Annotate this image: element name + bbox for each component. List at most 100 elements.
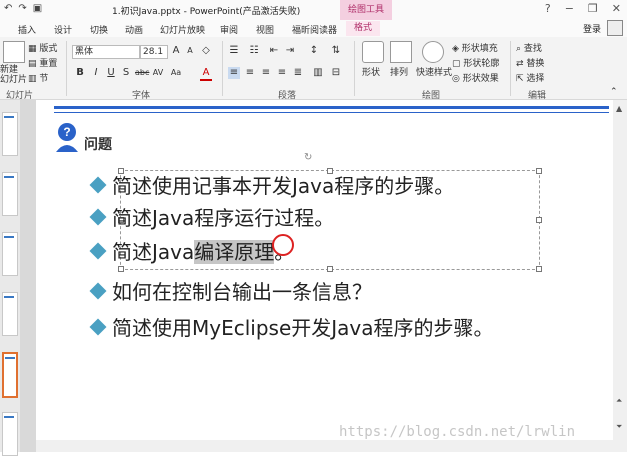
divider [510, 41, 511, 96]
align-left-icon[interactable]: ≡ [228, 67, 240, 79]
restore-button[interactable]: ❐ [588, 2, 598, 15]
font-color-icon[interactable]: A [200, 67, 212, 81]
question-person-icon: ? [56, 123, 78, 152]
justify-icon[interactable]: ≡ [276, 67, 288, 79]
numbering-icon[interactable]: ☷ [248, 45, 260, 57]
tab-animations[interactable]: 动画 [125, 23, 143, 36]
next-slide-icon[interactable]: ⏷ [616, 422, 622, 432]
change-case-icon[interactable]: Aa [170, 67, 182, 79]
shape-fill-button[interactable]: ◈ 形状填充 [452, 41, 498, 54]
slide-thumbnail[interactable] [2, 172, 18, 216]
thumbnail-bar [5, 357, 15, 359]
thumbnail-bar [4, 236, 14, 238]
font-size-select[interactable]: 28.1 [140, 45, 168, 59]
previous-slide-icon[interactable]: ⏶ [616, 396, 622, 406]
section-button[interactable]: ▥ 节 [28, 71, 48, 84]
diamond-bullet-icon [89, 208, 107, 225]
vertical-scrollbar[interactable]: ▲ ⏶ ⏷ [613, 100, 627, 452]
slide-thumbnail[interactable] [2, 232, 18, 276]
window-title: 1.初识Java.pptx - PowerPoint(产品激活失败) [112, 7, 301, 17]
new-slide-button[interactable]: 新建 幻灯片 [0, 65, 27, 85]
avatar[interactable] [607, 20, 623, 36]
undo-icon[interactable]: ↶ [4, 3, 12, 14]
decrease-font-icon[interactable]: A [184, 45, 196, 57]
shapes-icon[interactable] [362, 41, 384, 63]
bullet-text[interactable]: 如何在控制台输出一条信息？ [112, 276, 372, 305]
contextual-tab-header: 绘图工具 [340, 0, 392, 20]
increase-font-icon[interactable]: A [170, 45, 182, 57]
columns-icon[interactable]: ▥ [312, 67, 324, 79]
close-button[interactable]: ✕ [612, 2, 621, 15]
collapse-ribbon-icon[interactable]: ⌃ [610, 87, 618, 97]
slide-thumbnail[interactable] [2, 292, 18, 336]
select-button[interactable]: ⇱ 选择 [516, 71, 544, 84]
resize-handle[interactable] [536, 168, 542, 174]
minimize-button[interactable]: − [565, 2, 574, 15]
shape-outline-button[interactable]: ▢ 形状轮廓 [452, 56, 499, 69]
clear-format-icon[interactable]: ◇ [200, 45, 212, 57]
find-button[interactable]: ⌕ 查找 [516, 41, 542, 54]
svg-text:?: ? [63, 125, 70, 139]
bullet-item: 如何在控制台输出一条信息？ [88, 276, 372, 305]
bullet-item: 简述使用MyEclipse开发Java程序的步骤。 [88, 312, 494, 341]
bullet-text[interactable]: 简述Java程序运行过程。 [112, 202, 334, 231]
tab-foxit-reader[interactable]: 福昕阅读器 [292, 23, 337, 36]
replace-button[interactable]: ⇄ 替换 [516, 56, 544, 69]
bullet-text[interactable]: 简述使用记事本开发Java程序的步骤。 [112, 170, 454, 199]
line-spacing-icon[interactable]: ↕ [308, 45, 320, 57]
horizontal-scrollbar[interactable] [36, 440, 613, 452]
help-button[interactable]: ? [545, 2, 551, 15]
shape-effects-button[interactable]: ◎ 形状效果 [452, 71, 499, 84]
arrange-icon[interactable] [390, 41, 412, 63]
italic-icon[interactable]: I [90, 67, 102, 79]
slide-thumbnail[interactable] [2, 112, 18, 156]
font-name-select[interactable]: 黑体 [72, 45, 140, 59]
tab-review[interactable]: 审阅 [220, 23, 238, 36]
start-from-beginning-icon[interactable]: ▣ [33, 3, 42, 14]
resize-handle[interactable] [327, 266, 333, 272]
bullet-text[interactable]: 简述Java编译原理。 [112, 236, 294, 265]
scroll-up-icon[interactable]: ▲ [616, 104, 622, 113]
decrease-indent-icon[interactable]: ⇤ [268, 45, 280, 57]
slide-thumbnail[interactable] [2, 412, 18, 456]
bold-icon[interactable]: B [74, 67, 86, 79]
distribute-icon[interactable]: ≣ [292, 67, 304, 79]
shadow-icon[interactable]: S [120, 67, 132, 79]
reset-button[interactable]: ▤ 重置 [28, 56, 57, 69]
tab-insert[interactable]: 插入 [18, 23, 36, 36]
title-bar: ↶ ↷ ▣ 1.初识Java.pptx - PowerPoint(产品激活失败)… [0, 0, 627, 20]
tab-view[interactable]: 视图 [256, 23, 274, 36]
selected-text-highlight[interactable]: 编译原理 [194, 240, 275, 264]
resize-handle[interactable] [536, 266, 542, 272]
shapes-button[interactable]: 形状 [362, 65, 380, 78]
window-controls: ? − ❐ ✕ [545, 2, 621, 15]
bullet-text[interactable]: 简述使用MyEclipse开发Java程序的步骤。 [112, 312, 494, 341]
rotate-handle-icon[interactable]: ↻ [304, 152, 312, 163]
align-center-icon[interactable]: ≡ [244, 67, 256, 79]
tab-transitions[interactable]: 切换 [90, 23, 108, 36]
bullets-icon[interactable]: ☰ [228, 45, 240, 57]
watermark-text: https://blog.csdn.net/lrwlin [339, 424, 576, 440]
strikethrough-icon[interactable]: abc [135, 67, 149, 79]
underline-icon[interactable]: U [105, 67, 117, 79]
layout-button[interactable]: ▦ 版式 [28, 41, 57, 54]
tab-design[interactable]: 设计 [54, 23, 72, 36]
divider [222, 41, 223, 96]
new-slide-icon[interactable] [3, 41, 25, 63]
login-link[interactable]: 登录 [583, 22, 601, 35]
spacing-icon[interactable]: AV [152, 67, 164, 79]
align-right-icon[interactable]: ≡ [260, 67, 272, 79]
resize-handle[interactable] [118, 266, 124, 272]
quick-styles-icon[interactable] [422, 41, 444, 63]
resize-handle[interactable] [536, 217, 542, 223]
increase-indent-icon[interactable]: ⇥ [284, 45, 296, 57]
arrange-button[interactable]: 排列 [390, 65, 408, 78]
text-direction-icon[interactable]: ⇅ [330, 45, 342, 57]
align-text-icon[interactable]: ⊟ [330, 67, 342, 79]
slide-canvas[interactable]: ? 问题 ↻ 简述使用记事本开发Java程序的步骤。 简述Java程序运行过程。… [36, 100, 627, 452]
slide-thumbnail-selected[interactable] [2, 352, 18, 398]
tab-slideshow[interactable]: 幻灯片放映 [160, 23, 205, 36]
redo-icon[interactable]: ↷ [18, 3, 26, 14]
quick-styles-button[interactable]: 快速样式 [416, 65, 452, 78]
tab-format[interactable]: 格式 [346, 21, 381, 36]
